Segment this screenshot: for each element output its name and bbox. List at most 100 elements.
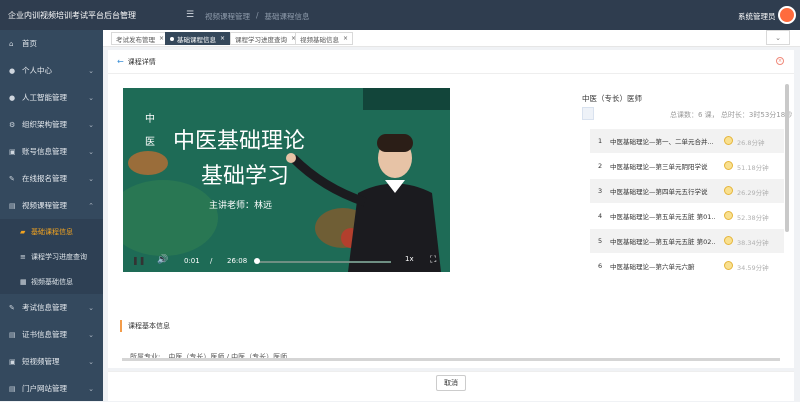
chevron-down-icon: ⌄	[88, 174, 94, 183]
horizontal-scrollbar[interactable]	[122, 358, 780, 361]
back-arrow-icon[interactable]: ←	[117, 57, 124, 66]
tab-video-info[interactable]: 视频基础信息 ×	[295, 32, 354, 45]
chevron-down-icon: ⌄	[88, 303, 94, 312]
cancel-button[interactable]: 取消	[436, 375, 466, 391]
total-time: 26:08	[227, 257, 248, 265]
progress-knob[interactable]	[254, 258, 260, 264]
lesson-index: 5	[598, 237, 603, 245]
sidebar-item-org[interactable]: ⚙ 组织架构管理 ⌄	[0, 111, 103, 138]
list-item[interactable]: 3 中医基础理论—第四单元五行学说 26.29分钟	[590, 179, 784, 203]
sidebar-item-label: 在线报名管理	[22, 174, 67, 183]
course-name: 中医（专长）医师	[582, 94, 642, 103]
clock-icon	[724, 211, 733, 220]
lesson-duration: 51.18分钟	[737, 164, 769, 172]
clock-icon	[724, 261, 733, 270]
chevron-down-icon: ⌄	[88, 330, 94, 339]
active-dot-icon	[170, 36, 174, 41]
sidebar-item-certificate[interactable]: ▤ 证书信息管理 ⌄	[0, 321, 103, 348]
lesson-duration: 38.34分钟	[737, 239, 769, 247]
lesson-list-scrollbar[interactable]	[785, 84, 789, 232]
progress-bar[interactable]	[257, 261, 391, 263]
breadcrumb-separator: /	[256, 11, 259, 20]
sidebar-item-label: 视频课程管理	[22, 201, 67, 210]
short-video-icon: ▣	[9, 357, 16, 366]
top-bar: 企业内训视频培训考试平台后台管理	[0, 0, 800, 30]
tab-exam-publish[interactable]: 考试发布管理 ×	[111, 32, 170, 45]
sidebar-item-portal[interactable]: ▤ 门户网站管理 ⌄	[0, 375, 103, 402]
sidebar-item-home[interactable]: ⌂ 首页	[0, 30, 103, 57]
sidebar-item-label: 个人中心	[22, 66, 52, 75]
hamburger-icon[interactable]: ☰	[186, 10, 194, 20]
sidebar-item-account[interactable]: ▣ 账号信息管理 ⌄	[0, 138, 103, 165]
speed-button[interactable]: 1x	[405, 255, 414, 263]
video-player[interactable]: 中 医 中医基础理论 基础学习 主讲老师：林远 ❚❚ 🔊 0:01 / 26:0…	[123, 88, 450, 272]
lesson-name: 中医基础理论—第一、二单元合并...	[610, 138, 714, 146]
user-name[interactable]: 系统管理员	[738, 11, 776, 22]
pause-icon[interactable]: ❚❚	[132, 256, 145, 265]
lesson-list: 1 中医基础理论—第一、二单元合并... 26.8分钟 2 中医基础理论—第三单元阴阳…	[590, 129, 784, 279]
sidebar-item-signup[interactable]: ✎ 在线报名管理 ⌄	[0, 165, 103, 192]
lesson-index: 6	[598, 262, 603, 270]
list-item[interactable]: 1 中医基础理论—第一、二单元合并... 26.8分钟	[590, 129, 784, 153]
sidebar-subitem-basic-course[interactable]: ▰ 基础课程信息	[0, 219, 103, 244]
folder-icon: ▰	[20, 227, 26, 236]
tab-label: 考试发布管理	[116, 35, 155, 44]
sidebar-item-label: 短视频管理	[22, 357, 60, 366]
avatar[interactable]	[778, 6, 796, 24]
clock-icon	[724, 136, 733, 145]
tab-progress[interactable]: 课程学习进度查询 ×	[230, 32, 302, 45]
sidebar-item-personal[interactable]: ● 个人中心 ⌄	[0, 57, 103, 84]
video-icon: ▤	[9, 201, 16, 210]
close-icon[interactable]: ×	[343, 35, 348, 42]
chevron-down-icon: ⌄	[88, 147, 94, 156]
fullscreen-icon[interactable]: ⛶	[430, 255, 436, 265]
sidebar-item-label: 考试信息管理	[22, 303, 67, 312]
exam-icon: ✎	[9, 303, 15, 312]
sidebar-item-exam[interactable]: ✎ 考试信息管理 ⌄	[0, 294, 103, 321]
chevron-down-icon: ⌄	[88, 93, 94, 102]
sidebar-subitem-progress[interactable]: ≡ 课程学习进度查询	[0, 244, 103, 269]
list-item[interactable]: 2 中医基础理论—第三单元阴阳学说 51.18分钟	[590, 154, 784, 178]
sidebar-item-ai[interactable]: ● 人工智能管理 ⌄	[0, 84, 103, 111]
clock-icon	[724, 161, 733, 170]
slide-title: 中医基础理论	[173, 129, 306, 154]
tab-label: 基础课程信息	[177, 35, 216, 44]
breadcrumb-item[interactable]: 视频课程管理	[205, 11, 250, 22]
lesson-count: 6 课，	[698, 111, 719, 119]
tab-menu-button[interactable]: ⌄	[766, 30, 790, 45]
lesson-name: 中医基础理论—第三单元阴阳学说	[610, 163, 708, 171]
volume-icon[interactable]: 🔊	[157, 255, 168, 265]
list-item[interactable]: 6 中医基础理论—第六单元六腑 34.59分钟	[590, 254, 784, 278]
video-file-icon: ▦	[20, 277, 27, 286]
home-icon: ⌂	[9, 39, 14, 48]
current-time: 0:01	[184, 257, 200, 265]
tab-basic-course[interactable]: 基础课程信息 ×	[165, 32, 231, 45]
list-icon: ≡	[20, 252, 26, 261]
breadcrumb-item: 基础课程信息	[264, 12, 310, 21]
portal-icon: ▤	[9, 384, 16, 393]
sidebar-item-short-video[interactable]: ▣ 短视频管理 ⌄	[0, 348, 103, 375]
slide-tag: 中	[145, 114, 155, 125]
clock-icon	[724, 236, 733, 245]
close-icon[interactable]: ×	[776, 57, 784, 65]
sidebar-subitem-video-info[interactable]: ▦ 视频基础信息	[0, 269, 103, 294]
time-separator: /	[210, 257, 213, 265]
slide-subtitle: 基础学习	[201, 164, 290, 189]
user-icon: ●	[9, 93, 16, 102]
chevron-down-icon: ⌄	[88, 384, 94, 393]
lesson-name: 中医基础理论—第六单元六腑	[610, 263, 695, 271]
lesson-index: 4	[598, 212, 603, 220]
list-item[interactable]: 4 中医基础理论—第五单元五脏 第01... 52.38分钟	[590, 204, 784, 228]
account-icon: ▣	[9, 147, 16, 156]
lesson-count-label: 总课数：	[670, 111, 698, 119]
sidebar-item-video[interactable]: ▤ 视频课程管理 ⌃	[0, 192, 103, 219]
list-item[interactable]: 5 中医基础理论—第五单元五脏 第02... 38.34分钟	[590, 229, 784, 253]
close-icon[interactable]: ×	[220, 35, 225, 42]
sidebar-subitem-label: 基础课程信息	[31, 227, 73, 236]
lesson-duration: 26.8分钟	[737, 139, 765, 147]
certificate-icon: ▤	[9, 330, 16, 339]
tab-label: 课程学习进度查询	[235, 35, 287, 44]
course-meta: 总课数：6 课， 总时长：3时53分18秒	[670, 110, 792, 120]
close-icon[interactable]: ×	[159, 35, 164, 42]
chevron-down-icon: ⌄	[88, 66, 94, 75]
